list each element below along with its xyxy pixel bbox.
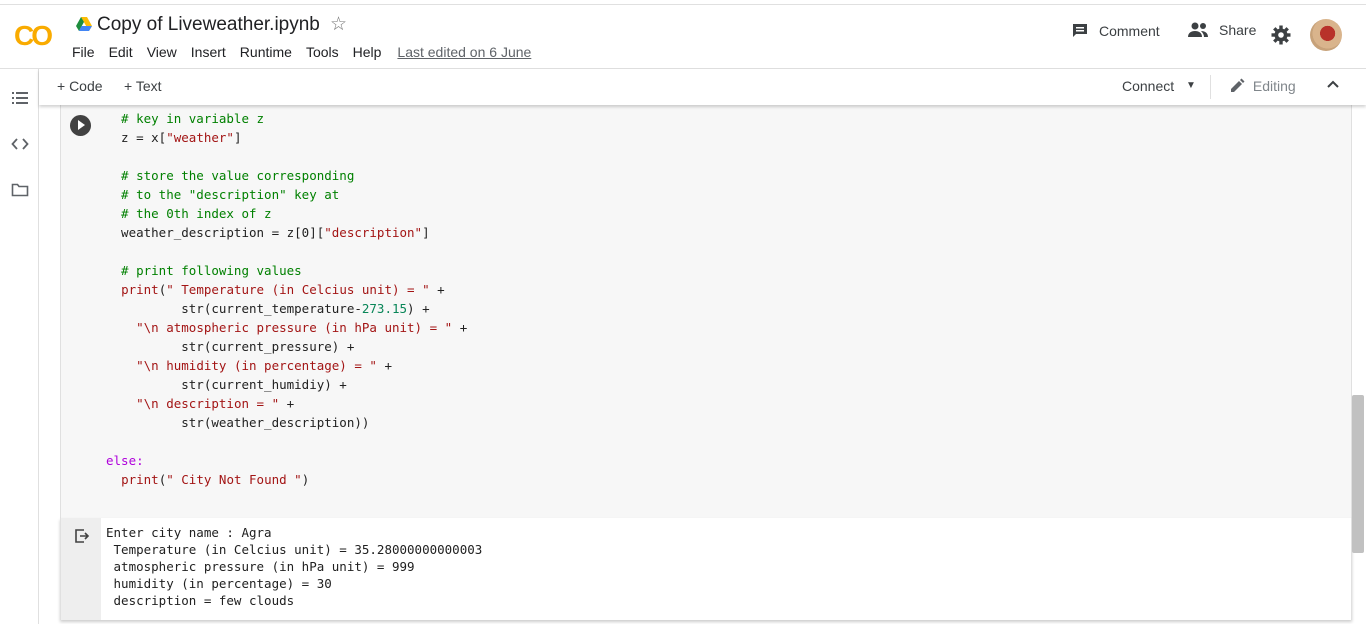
add-code-button[interactable]: + Code [57,78,103,94]
code-editor[interactable]: # key in variable z z = x["weather"] # s… [106,109,467,489]
output-gutter [61,518,101,620]
editing-mode-button[interactable]: Editing [1229,78,1296,94]
output-line: Temperature (in Celcius unit) = 35.28000… [106,542,483,557]
notebook-toolbar: + Code + Text Connect ▼ Editing [39,69,1366,105]
toolbar-divider [1210,75,1211,99]
code-line: "\n description = " + [136,396,295,411]
top-border [0,0,1366,5]
notebook-area: # key in variable z z = x["weather"] # s… [39,105,1366,624]
code-line: # print following values [106,263,302,278]
chevron-down-icon[interactable]: ▼ [1186,80,1196,91]
chevron-up-icon[interactable] [1326,77,1340,91]
share-label: Share [1219,22,1257,38]
star-icon[interactable]: ☆ [330,13,347,36]
menu-help[interactable]: Help [353,44,382,60]
code-line: # the 0th index of z [106,206,272,221]
menu-tools[interactable]: Tools [306,44,339,60]
notebook-title[interactable]: Copy of Liveweather.ipynb [97,14,320,36]
connect-button[interactable]: Connect [1122,78,1174,94]
code-line: print(" Temperature (in Celcius unit) = … [121,282,445,297]
menu-edit[interactable]: Edit [109,44,133,60]
output-line: atmospheric pressure (in hPa unit) = 999 [106,559,415,574]
people-icon [1188,22,1208,37]
code-line: str(current_humidiy) + [106,377,347,392]
comment-label: Comment [1099,23,1160,39]
output-text: Enter city name : Agra Temperature (in C… [106,524,482,609]
colab-logo[interactable]: CO [14,20,53,52]
code-line: str(current_temperature-273.15) + [106,301,430,316]
left-rail [0,69,39,624]
code-line: "\n atmospheric pressure (in hPa unit) =… [136,320,468,335]
settings-gear-icon[interactable] [1271,25,1291,45]
google-drive-icon[interactable] [76,17,92,31]
menu-bar: File Edit View Insert Runtime Tools Help… [72,44,545,60]
code-line: # key in variable z [106,111,265,126]
menu-insert[interactable]: Insert [191,44,226,60]
menu-view[interactable]: View [147,44,177,60]
code-line: # to the "description" key at [106,187,340,202]
code-line: # store the value corresponding [106,168,355,183]
pencil-icon [1231,78,1245,92]
code-line: else: [106,453,144,468]
last-edited-link[interactable]: Last edited on 6 June [397,44,531,60]
code-cell[interactable]: # key in variable z z = x["weather"] # s… [60,105,1352,518]
user-avatar[interactable] [1310,19,1342,51]
output-line: Enter city name : Agra [106,525,272,540]
table-of-contents-icon[interactable] [11,89,29,107]
menu-runtime[interactable]: Runtime [240,44,292,60]
page-scrollbar[interactable] [1352,395,1364,553]
code-line: print(" City Not Found ") [121,472,310,487]
code-line: str(weather_description)) [106,415,370,430]
comment-button[interactable]: Comment [1071,22,1160,40]
files-folder-icon[interactable] [11,181,29,199]
editing-label: Editing [1252,78,1296,94]
add-text-button[interactable]: + Text [124,78,162,94]
code-line: z = x["weather"] [106,130,242,145]
code-line: str(current_pressure) + [106,339,355,354]
output-line: description = few clouds [106,593,295,608]
run-cell-button[interactable] [70,115,91,136]
share-button[interactable]: Share [1187,22,1256,38]
code-line: "\n humidity (in percentage) = " + [136,358,392,373]
comment-icon [1073,24,1087,37]
clear-output-icon[interactable] [74,528,90,544]
cell-output: Enter city name : Agra Temperature (in C… [60,518,1352,620]
output-line: humidity (in percentage) = 30 [106,576,332,591]
code-snippets-icon[interactable] [11,135,29,153]
menu-file[interactable]: File [72,44,95,60]
code-line: weather_description = z[0]["description"… [106,225,430,240]
